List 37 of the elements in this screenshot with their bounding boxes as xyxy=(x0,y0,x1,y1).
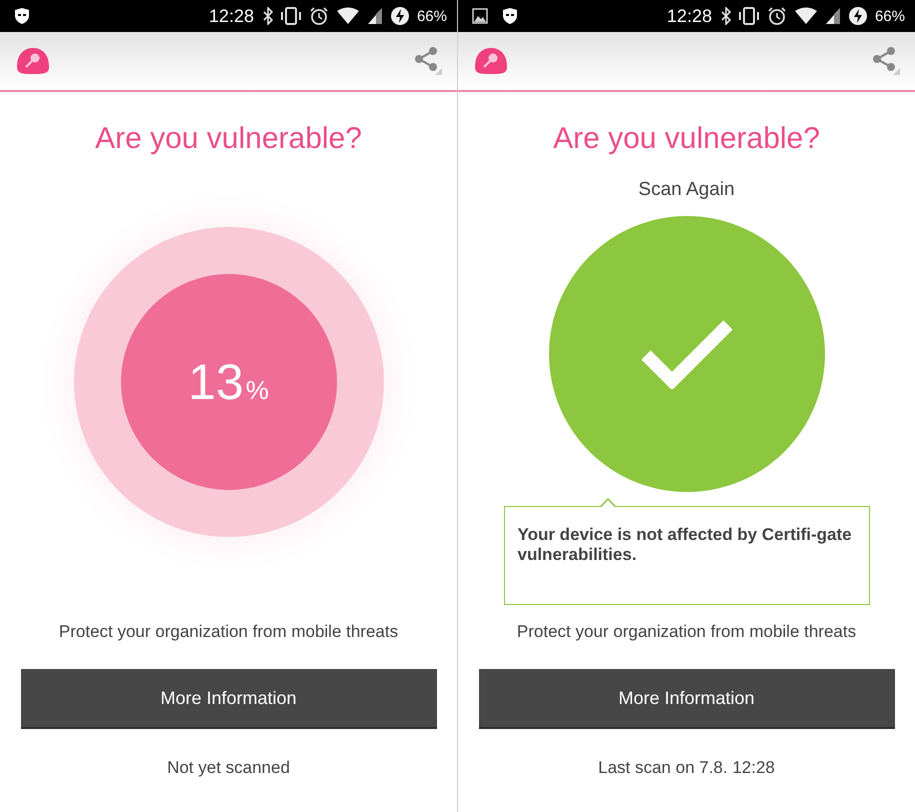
screen-title: Are you vulnerable? xyxy=(95,121,362,157)
shield-icon xyxy=(502,7,518,25)
vibrate-icon xyxy=(280,7,302,25)
percent-sign: % xyxy=(246,375,269,406)
result-callout: Your device is not affected by Certifi-gate vulnerabilities. xyxy=(504,506,870,605)
percent-value: 13 xyxy=(188,354,244,410)
scan-status-text: Last scan on 7.8. 12:28 xyxy=(598,757,775,779)
signal-icon xyxy=(366,7,383,25)
tagline-text: Protect your organization from mobile threats xyxy=(516,621,856,643)
tagline-text: Protect your organization from mobile threats xyxy=(58,621,398,643)
alarm-icon xyxy=(766,6,787,26)
battery-charging-icon xyxy=(390,6,410,26)
share-icon[interactable] xyxy=(871,46,901,76)
scan-status-text: Not yet scanned xyxy=(167,757,290,779)
vibrate-icon xyxy=(738,7,760,25)
wifi-icon xyxy=(794,7,818,25)
bluetooth-icon xyxy=(262,7,273,25)
share-icon[interactable] xyxy=(413,46,443,76)
app-logo-icon xyxy=(15,47,51,75)
image-icon xyxy=(472,8,488,24)
app-logo-icon xyxy=(473,47,509,75)
wifi-icon xyxy=(336,7,360,25)
signal-icon xyxy=(824,7,841,25)
shield-icon xyxy=(14,7,30,25)
clock-time: 12:28 xyxy=(208,6,254,26)
bluetooth-icon xyxy=(720,7,731,25)
alarm-icon xyxy=(308,6,329,26)
battery-level: 66% xyxy=(416,8,447,24)
screen-title: Are you vulnerable? xyxy=(553,121,820,157)
scan-again-link[interactable]: Scan Again xyxy=(638,178,735,202)
checkmark-icon xyxy=(642,319,732,389)
battery-level: 66% xyxy=(874,8,905,24)
more-information-button[interactable]: More Information xyxy=(478,669,894,729)
callout-pointer xyxy=(600,498,616,507)
more-information-button[interactable]: More Information xyxy=(20,669,436,729)
battery-charging-icon xyxy=(848,6,868,26)
clock-time: 12:28 xyxy=(666,6,712,26)
